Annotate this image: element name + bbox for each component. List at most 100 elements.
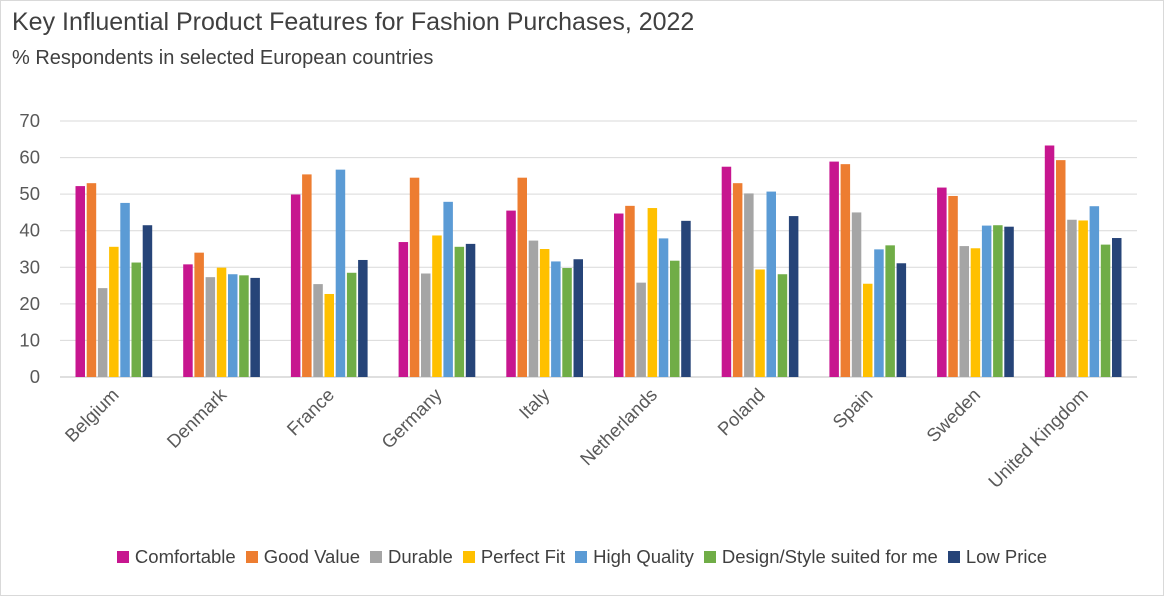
- bar: [614, 213, 624, 377]
- bar: [732, 183, 743, 377]
- legend-label: Comfortable: [134, 546, 236, 567]
- bar: [506, 210, 516, 377]
- bar: [324, 293, 334, 377]
- y-tick-label: 10: [19, 329, 40, 350]
- bar: [465, 243, 476, 377]
- bar: [658, 238, 669, 377]
- bar: [1112, 238, 1122, 377]
- bar: [228, 274, 238, 377]
- bar: [981, 225, 992, 377]
- bar: [1089, 206, 1100, 377]
- bar: [250, 277, 260, 377]
- bar: [75, 186, 85, 377]
- legend-item: Perfect Fit: [462, 546, 566, 568]
- bar: [788, 216, 799, 377]
- legend-item: Low Price: [947, 546, 1048, 568]
- bar: [194, 252, 204, 377]
- bar: [744, 193, 754, 377]
- bar: [625, 205, 635, 377]
- legend-item: Good Value: [245, 546, 361, 568]
- x-tick-label: Belgium: [61, 384, 123, 446]
- bar: [539, 249, 550, 377]
- bar: [183, 264, 193, 377]
- legend-swatch: [245, 551, 258, 563]
- bar: [216, 267, 227, 377]
- bar: [937, 187, 947, 377]
- legend-label: Perfect Fit: [480, 546, 566, 567]
- bar: [755, 269, 765, 377]
- y-tick-label: 0: [30, 366, 40, 387]
- chart-legend: Comfortable Good Value Durable Perfect Fit H…: [0, 546, 1164, 568]
- bar: [131, 262, 141, 377]
- bar: [681, 220, 691, 377]
- bar: [647, 208, 658, 377]
- bar: [97, 288, 108, 377]
- y-tick-label: 50: [19, 183, 40, 204]
- bar: [290, 194, 301, 377]
- bar: [1067, 219, 1077, 377]
- x-tick-label: United Kingdom: [984, 384, 1092, 492]
- bar: [302, 174, 312, 377]
- bar: [454, 246, 465, 377]
- bar: [993, 225, 1003, 377]
- legend-item: High Quality: [575, 546, 694, 568]
- y-tick-label: 70: [19, 110, 40, 131]
- legend-swatch: [462, 551, 475, 563]
- bar: [443, 201, 453, 377]
- bar: [335, 169, 346, 377]
- legend-label: Low Price: [965, 546, 1048, 567]
- bar: [573, 259, 583, 377]
- bar: [766, 191, 776, 377]
- y-tick-label: 40: [19, 220, 40, 241]
- legend-label: Good Value: [263, 546, 361, 567]
- x-tick-label: Spain: [828, 384, 876, 432]
- bar: [840, 164, 851, 377]
- bar: [636, 282, 646, 377]
- bar: [239, 275, 249, 377]
- bar: [1078, 220, 1088, 377]
- bar: [120, 202, 130, 377]
- bar: [551, 261, 561, 377]
- bar: [398, 242, 409, 377]
- bar: [205, 277, 216, 377]
- legend-label: High Quality: [593, 546, 694, 567]
- legend-label: Durable: [388, 546, 453, 567]
- bar: [874, 249, 884, 377]
- bar: [528, 240, 539, 377]
- bar: [851, 212, 862, 377]
- bar: [970, 248, 981, 377]
- bar: [313, 284, 323, 377]
- y-tick-label: 60: [19, 147, 40, 168]
- bar: [885, 245, 895, 377]
- legend-item: Durable: [370, 546, 453, 568]
- x-tick-label: Netherlands: [576, 384, 661, 469]
- bar: [109, 246, 119, 377]
- bar: [517, 177, 527, 377]
- bar: [358, 259, 368, 377]
- bar: [948, 195, 958, 377]
- bar: [432, 235, 442, 377]
- x-tick-label: Sweden: [922, 384, 984, 446]
- bar: [721, 166, 732, 377]
- bar: [1044, 145, 1055, 377]
- bar: [777, 274, 788, 377]
- x-tick-label: Denmark: [162, 383, 230, 451]
- bar: [86, 183, 97, 377]
- y-tick-label: 30: [19, 256, 40, 277]
- bar: [1100, 244, 1111, 377]
- legend-item: Design/Style suited for me: [703, 546, 938, 568]
- bar: [409, 177, 420, 377]
- legend-label: Design/Style suited for me: [721, 546, 938, 567]
- bar: [829, 161, 839, 377]
- legend-swatch: [947, 551, 960, 563]
- legend-swatch: [370, 551, 383, 563]
- x-tick-label: France: [283, 384, 339, 440]
- bar: [421, 273, 431, 377]
- bar: [670, 260, 680, 377]
- y-tick-label: 20: [19, 293, 40, 314]
- bar: [142, 225, 153, 377]
- x-tick-label: Poland: [713, 384, 769, 440]
- bar: [863, 283, 873, 377]
- bar: [346, 272, 357, 377]
- bar: [1056, 160, 1066, 377]
